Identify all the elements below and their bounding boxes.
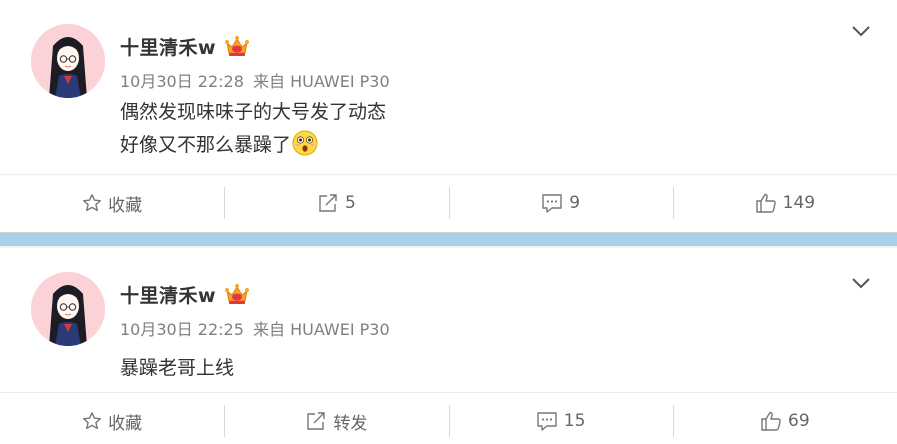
- favorite-button[interactable]: 收藏: [0, 393, 224, 444]
- post-meta: 10月30日 22:28 来自 HUAWEI P30: [120, 68, 394, 92]
- comment-button[interactable]: 9: [448, 175, 673, 231]
- post-card: 十里清禾w 10月30日 22:25 来自 HUAWEI P30 暴躁老哥上线: [0, 248, 897, 444]
- avatar-illustration: [31, 24, 105, 98]
- vip-crown-badge-icon[interactable]: [224, 34, 250, 58]
- thumbs-up-icon: [761, 411, 781, 431]
- favorite-button[interactable]: 收藏: [0, 175, 224, 231]
- post-text-line-with-emoji: 好像又不那么暴躁了: [120, 129, 386, 162]
- post-date[interactable]: 10月30日 22:28: [120, 72, 244, 91]
- like-count: 69: [788, 411, 810, 431]
- like-button[interactable]: 149: [672, 175, 897, 231]
- comment-button[interactable]: 15: [448, 393, 673, 444]
- username-row: 十里清禾w: [120, 281, 250, 307]
- avatar[interactable]: [31, 24, 105, 98]
- chevron-down-icon[interactable]: [851, 276, 871, 290]
- star-outline-icon: [83, 412, 102, 430]
- repost-button[interactable]: 转发: [224, 393, 448, 444]
- post-text: 暴躁老哥上线: [120, 352, 234, 385]
- post-source: 来自 HUAWEI P30: [253, 320, 390, 339]
- comment-count: 15: [563, 411, 586, 431]
- separator-strip: [0, 232, 897, 246]
- star-outline-icon: [83, 194, 102, 212]
- like-count: 149: [782, 193, 816, 213]
- post-text-line: 偶然发现味味子的大号发了动态: [120, 101, 387, 123]
- post-separator: [0, 232, 897, 248]
- avatar[interactable]: [31, 272, 105, 346]
- share-arrow-icon: [319, 194, 337, 212]
- post-date[interactable]: 10月30日 22:25: [120, 320, 244, 339]
- post-card: 十里清禾w 10月30日 22:28 来自 HUAWEI P30 偶然发现味味子…: [0, 0, 897, 232]
- share-arrow-icon: [307, 412, 326, 430]
- like-button[interactable]: 69: [672, 393, 897, 444]
- username-row: 十里清禾w: [120, 33, 250, 59]
- repost-button[interactable]: 5: [224, 175, 448, 231]
- post-text: 偶然发现味味子的大号发了动态 好像又不那么暴躁了: [120, 96, 386, 162]
- comment-icon: [537, 412, 557, 431]
- comment-icon: [542, 194, 562, 213]
- post-meta: 10月30日 22:25 来自 HUAWEI P30: [120, 316, 394, 340]
- username[interactable]: 十里清禾w: [120, 33, 216, 60]
- repost-count: 5: [344, 193, 356, 213]
- favorite-label: 收藏: [108, 195, 143, 216]
- vip-crown-badge-icon[interactable]: [224, 282, 250, 306]
- action-bar: 收藏 5 9 149: [0, 174, 897, 231]
- surprised-face-emoji-icon: [292, 130, 318, 156]
- avatar-illustration: [31, 272, 105, 346]
- post-text-line: 好像又不那么暴躁了: [120, 134, 292, 156]
- comment-count: 9: [569, 193, 581, 213]
- username[interactable]: 十里清禾w: [120, 281, 216, 308]
- action-bar: 收藏 转发 15 69: [0, 392, 897, 444]
- favorite-label: 收藏: [108, 413, 143, 434]
- repost-label: 转发: [333, 413, 368, 434]
- chevron-down-icon[interactable]: [851, 24, 871, 38]
- post-source: 来自 HUAWEI P30: [253, 72, 390, 91]
- weibo-feed: 十里清禾w 10月30日 22:28 来自 HUAWEI P30 偶然发现味味子…: [0, 0, 897, 444]
- post-text-line: 暴躁老哥上线: [120, 357, 235, 379]
- thumbs-up-icon: [755, 193, 776, 213]
